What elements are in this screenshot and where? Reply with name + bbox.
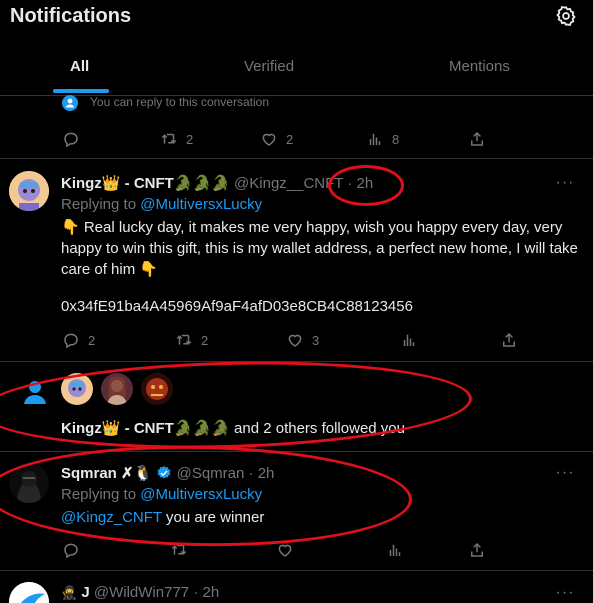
replying-to: Replying to @MultiversxLucky [61,196,262,213]
avatar[interactable] [9,171,49,211]
timestamp[interactable]: · 2h [193,584,219,601]
tweet-header: Kingz👑 - CNFT🐊🐊🐊 @Kingz__CNFT · 2h [61,174,373,192]
tweet-actions: 2 2 8 [0,129,593,149]
heart-icon [288,334,302,347]
follower-name[interactable]: Kingz👑 - CNFT🐊🐊🐊 [61,420,230,437]
reply-button[interactable]: 2 [62,330,95,350]
avatar-image [9,582,49,603]
like-count: 2 [286,131,294,147]
reply-count: 2 [88,332,96,348]
avatar[interactable] [9,582,49,603]
more-options-button[interactable]: ··· [555,175,575,194]
replying-label: Replying to [61,486,137,503]
replying-to: Replying to @MultiversxLucky [61,486,262,503]
retweet-icon [161,133,177,144]
handle[interactable]: @WildWin777 [94,584,189,601]
more-options-button[interactable]: ··· [555,465,575,484]
handle[interactable]: @Kingz__CNFT [234,175,343,192]
views-icon [389,544,401,556]
follower-avatar[interactable] [141,373,173,405]
tab-all[interactable]: All [70,58,89,75]
tweet-header: 🥷 J @WildWin777 · 2h [61,584,219,601]
heart-icon [262,133,276,146]
retweet-button[interactable]: 2 [160,129,193,149]
display-name[interactable]: Kingz👑 - CNFT🐊🐊🐊 [61,175,230,192]
share-icon [503,332,515,347]
tweet-text: @Kingz_CNFT you are winner [61,507,264,528]
follower-avatar[interactable] [61,373,93,405]
retweet-icon [171,544,187,555]
wallet-address: 0x34fE91ba4A45969Af9aF4afD03e8CB4C881234… [61,298,413,315]
tweet-message: you are winner [161,509,265,526]
reply-permission-notice: You can reply to this conversation [90,95,269,109]
timestamp[interactable]: · 2h [249,465,275,482]
like-button[interactable]: 3 [286,330,319,350]
avatar-image [101,373,133,405]
tweet-kingz[interactable]: Kingz👑 - CNFT🐊🐊🐊 @Kingz__CNFT · 2h ··· R… [0,158,593,362]
retweet-count: 2 [186,131,194,147]
tweet-actions: 2 2 3 [0,330,593,350]
follow-text: Kingz👑 - CNFT🐊🐊🐊 and 2 others followed y… [61,419,405,437]
views-icon [369,133,381,145]
tab-mentions[interactable]: Mentions [449,58,510,75]
previous-tweet-tail: You can reply to this conversation 2 2 8 [0,95,593,159]
like-button[interactable] [276,540,294,560]
reply-icon [64,132,78,148]
follow-notification[interactable]: Kingz👑 - CNFT🐊🐊🐊 and 2 others followed y… [0,361,593,452]
tweet-header: Sqmran ✗🐧 @Sqmran · 2h [61,464,274,482]
timestamp[interactable]: · 2h [347,175,373,192]
verified-badge-icon [158,466,171,479]
share-button[interactable] [500,330,518,350]
page-title: Notifications [10,5,132,27]
tweet-actions [0,540,593,560]
like-count: 3 [312,332,320,348]
tweet-wildwin[interactable]: 🥷 J @WildWin777 · 2h ··· [0,570,593,603]
share-icon [471,131,483,146]
retweet-icon [176,334,192,345]
avatar-image [141,373,173,405]
gear-icon[interactable] [555,5,577,27]
share-icon [471,542,483,557]
display-name[interactable]: J [81,584,89,601]
reply-icon [64,333,78,349]
views-button[interactable]: 8 [366,129,399,149]
mention-link[interactable]: @Kingz_CNFT [61,509,162,526]
replying-label: Replying to [61,196,137,213]
notifications-header: Notifications All Verified Mentions [0,0,593,96]
replying-to-link[interactable]: @MultiversxLucky [140,486,262,503]
views-button[interactable] [400,330,418,350]
tweet-sqmran[interactable]: Sqmran ✗🐧 @Sqmran · 2h ··· Replying to @… [0,451,593,571]
replying-to-link[interactable]: @MultiversxLucky [140,196,262,213]
like-button[interactable]: 2 [260,129,293,149]
avatar-image [9,463,49,503]
people-icon [62,95,78,111]
follow-message: and 2 others followed you [229,420,405,437]
avatar[interactable] [9,463,49,503]
ninja-emoji-icon: 🥷 [61,585,78,600]
retweet-button[interactable] [170,540,188,560]
views-button[interactable] [386,540,404,560]
views-count: 8 [392,131,400,147]
reply-button[interactable] [62,540,80,560]
share-button[interactable] [468,540,486,560]
more-options-button[interactable]: ··· [555,585,575,603]
follower-avatar[interactable] [101,373,133,405]
retweet-button[interactable]: 2 [175,330,208,350]
handle[interactable]: @Sqmran [177,465,245,482]
avatar-image [61,373,93,405]
display-name[interactable]: Sqmran ✗🐧 [61,465,152,482]
heart-icon [278,544,292,557]
views-icon [403,334,415,346]
active-tab-indicator [53,89,109,93]
reply-button[interactable] [62,129,80,149]
person-icon [24,381,46,404]
avatar-image [9,171,49,211]
reply-icon [64,543,78,559]
tweet-text: 👇 Real lucky day, it makes me very happy… [61,219,578,278]
tab-verified[interactable]: Verified [244,58,294,75]
share-button[interactable] [468,129,486,149]
retweet-count: 2 [201,332,209,348]
